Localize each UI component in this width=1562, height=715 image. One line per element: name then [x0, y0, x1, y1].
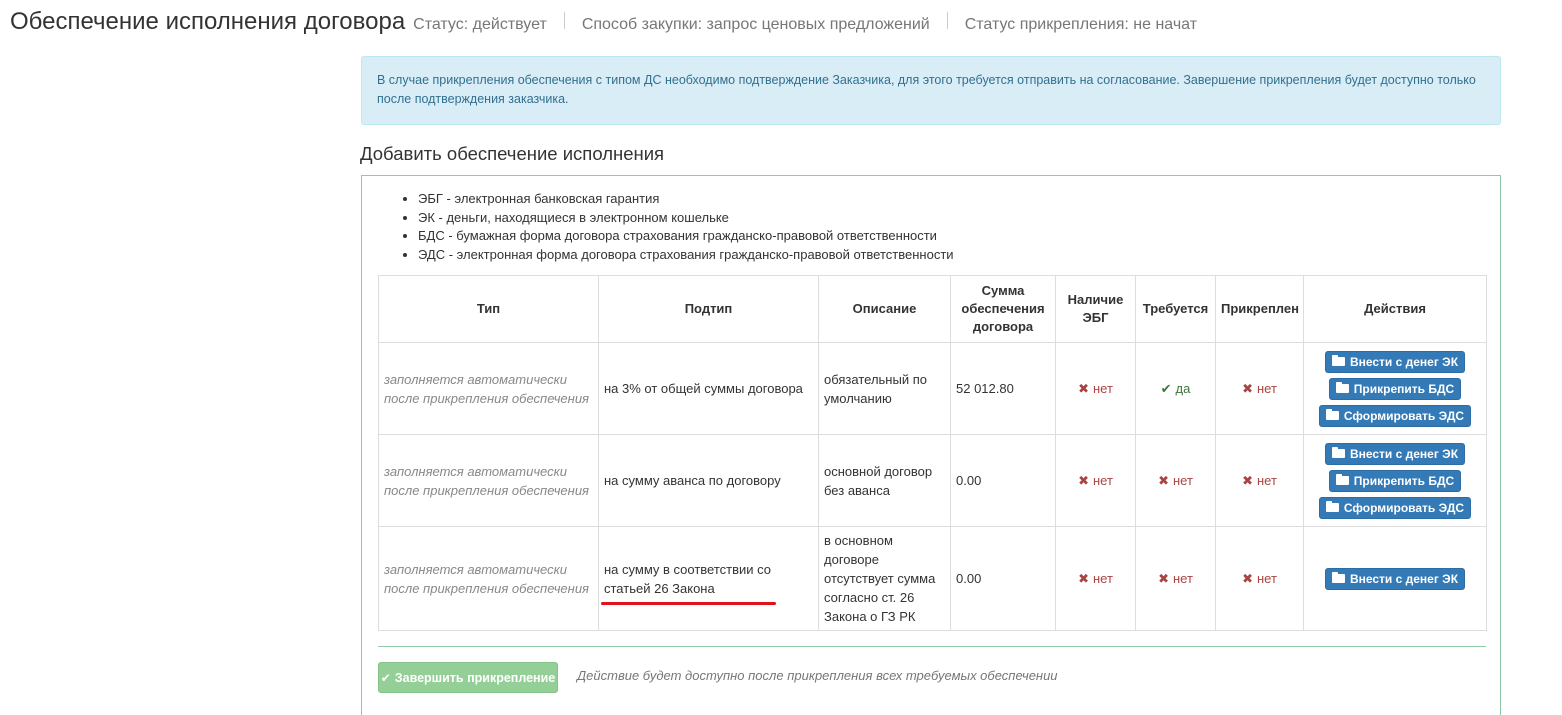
cell-ebg: ✖ нет: [1055, 434, 1136, 527]
cell-amount: 52 012.80: [950, 342, 1056, 435]
status-value: нет: [1092, 570, 1113, 586]
cell-type: заполняется автоматически после прикрепл…: [378, 526, 599, 631]
cell-amount: 0.00: [950, 526, 1056, 631]
col-header-type: Тип: [378, 275, 599, 343]
col-header-actions: Действия: [1303, 275, 1487, 343]
page-title: Обеспечение исполнения договора: [10, 8, 406, 35]
table-row: заполняется автоматически после прикрепл…: [378, 434, 1487, 527]
header-divider: [946, 12, 948, 29]
cross-icon: ✖: [1078, 472, 1089, 488]
folder-open-icon: [1331, 572, 1345, 583]
section-title: Добавить обеспечение исполнения: [360, 143, 665, 164]
table-row: заполняется автоматически после прикрепл…: [378, 342, 1487, 435]
col-header-attached: Прикреплен: [1215, 275, 1304, 343]
check-icon: ✔: [1160, 380, 1172, 396]
col-header-amount: Сумма обеспечения договора: [950, 275, 1056, 343]
cross-icon: ✖: [1158, 570, 1169, 586]
folder-open-icon: [1335, 382, 1349, 393]
button-label: Внести с денег ЭК: [1349, 571, 1459, 586]
cell-ebg: ✖ нет: [1055, 342, 1136, 435]
check-icon: ✔: [380, 670, 391, 685]
button-label: Сформировать ЭДС: [1343, 408, 1465, 423]
cell-actions: Внести с денег ЭК Прикрепить БДС Сформир…: [1303, 342, 1487, 435]
button-label: Прикрепить БДС: [1353, 473, 1455, 488]
col-header-subtype: Подтип: [598, 275, 819, 343]
folder-open-icon: [1325, 409, 1339, 420]
folder-open-icon: [1325, 501, 1339, 512]
cell-actions: Внести с денег ЭК Прикрепить БДС Сформир…: [1303, 434, 1487, 527]
button-label: Сформировать ЭДС: [1343, 500, 1465, 515]
button-label: Завершить прикрепление: [394, 670, 556, 685]
legend-item: ЭБГ - электронная банковская гарантия: [418, 190, 954, 209]
cross-icon: ✖: [1078, 570, 1089, 586]
col-header-required: Требуется: [1135, 275, 1216, 343]
status-value: да: [1175, 380, 1191, 396]
generate-eds-button[interactable]: Сформировать ЭДС: [1318, 404, 1472, 427]
status-value: нет: [1172, 472, 1193, 488]
status-value: нет: [1256, 570, 1277, 586]
finish-note: Действие будет доступно после прикреплен…: [577, 668, 1058, 683]
legend-list: ЭБГ - электронная банковская гарантия ЭК…: [402, 190, 954, 265]
cell-amount: 0.00: [950, 434, 1056, 527]
deposit-ek-button[interactable]: Внести с денег ЭК: [1324, 442, 1466, 465]
header-divider: [563, 12, 565, 29]
legend-item: БДС - бумажная форма договора страховани…: [418, 227, 954, 246]
cell-actions: Внести с денег ЭК: [1303, 526, 1487, 631]
panel-divider: [378, 646, 1486, 647]
status-text: Статус: действует: [413, 16, 547, 33]
button-label: Внести с денег ЭК: [1349, 446, 1459, 461]
red-underline-annotation: [601, 602, 776, 605]
status-value: нет: [1256, 380, 1277, 396]
status-value: нет: [1092, 380, 1113, 396]
button-label: Внести с денег ЭК: [1349, 354, 1459, 369]
table-header-row: Тип Подтип Описание Сумма обеспечения до…: [378, 275, 1487, 343]
cross-icon: ✖: [1242, 380, 1253, 396]
cell-required: ✖ нет: [1135, 526, 1216, 631]
cross-icon: ✖: [1158, 472, 1169, 488]
attach-bds-button[interactable]: Прикрепить БДС: [1328, 377, 1462, 400]
generate-eds-button[interactable]: Сформировать ЭДС: [1318, 496, 1472, 519]
table-row: заполняется автоматически после прикрепл…: [378, 526, 1487, 631]
attach-bds-button[interactable]: Прикрепить БДС: [1328, 469, 1462, 492]
cell-subtype: на сумму аванса по договору: [598, 434, 819, 527]
purchase-method-text: Способ закупки: запрос ценовых предложен…: [581, 16, 930, 33]
cell-required: ✔ да: [1135, 342, 1216, 435]
cell-subtype: на 3% от общей суммы договора: [598, 342, 819, 435]
cross-icon: ✖: [1078, 380, 1089, 396]
add-security-panel: ЭБГ - электронная банковская гарантия ЭК…: [361, 175, 1501, 715]
cell-ebg: ✖ нет: [1055, 526, 1136, 631]
status-value: нет: [1256, 472, 1277, 488]
cell-required: ✖ нет: [1135, 434, 1216, 527]
col-header-ebg: Наличие ЭБГ: [1055, 275, 1136, 343]
finish-attachment-button[interactable]: ✔ Завершить прикрепление: [378, 662, 558, 693]
cell-type: заполняется автоматически после прикрепл…: [378, 434, 599, 527]
info-alert: В случае прикрепления обеспечения с типо…: [361, 56, 1501, 125]
cross-icon: ✖: [1242, 472, 1253, 488]
cell-description: основной договор без аванса: [818, 434, 951, 527]
cell-attached: ✖ нет: [1215, 342, 1304, 435]
cell-attached: ✖ нет: [1215, 434, 1304, 527]
cross-icon: ✖: [1242, 570, 1253, 586]
legend-item: ЭДС - электронная форма договора страхов…: [418, 246, 954, 265]
status-value: нет: [1172, 570, 1193, 586]
cell-description: в основном договоре отсутствует сумма со…: [818, 526, 951, 631]
security-table: Тип Подтип Описание Сумма обеспечения до…: [378, 275, 1487, 631]
deposit-ek-button[interactable]: Внести с денег ЭК: [1324, 350, 1466, 373]
cell-description: обязательный по умолчанию: [818, 342, 951, 435]
legend-item: ЭК - деньги, находящиеся в электронном к…: [418, 209, 954, 228]
col-header-description: Описание: [818, 275, 951, 343]
attach-status-text: Статус прикрепления: не начат: [964, 16, 1198, 33]
cell-subtype: на сумму в соответствии со статьей 26 За…: [598, 526, 819, 631]
folder-open-icon: [1331, 355, 1345, 366]
status-value: нет: [1092, 472, 1113, 488]
deposit-ek-button[interactable]: Внести с денег ЭК: [1324, 567, 1466, 590]
cell-attached: ✖ нет: [1215, 526, 1304, 631]
page-header: Обеспечение исполнения договора Статус: …: [10, 8, 1197, 44]
button-label: Прикрепить БДС: [1353, 381, 1455, 396]
folder-open-icon: [1335, 474, 1349, 485]
folder-open-icon: [1331, 447, 1345, 458]
cell-type: заполняется автоматически после прикрепл…: [378, 342, 599, 435]
